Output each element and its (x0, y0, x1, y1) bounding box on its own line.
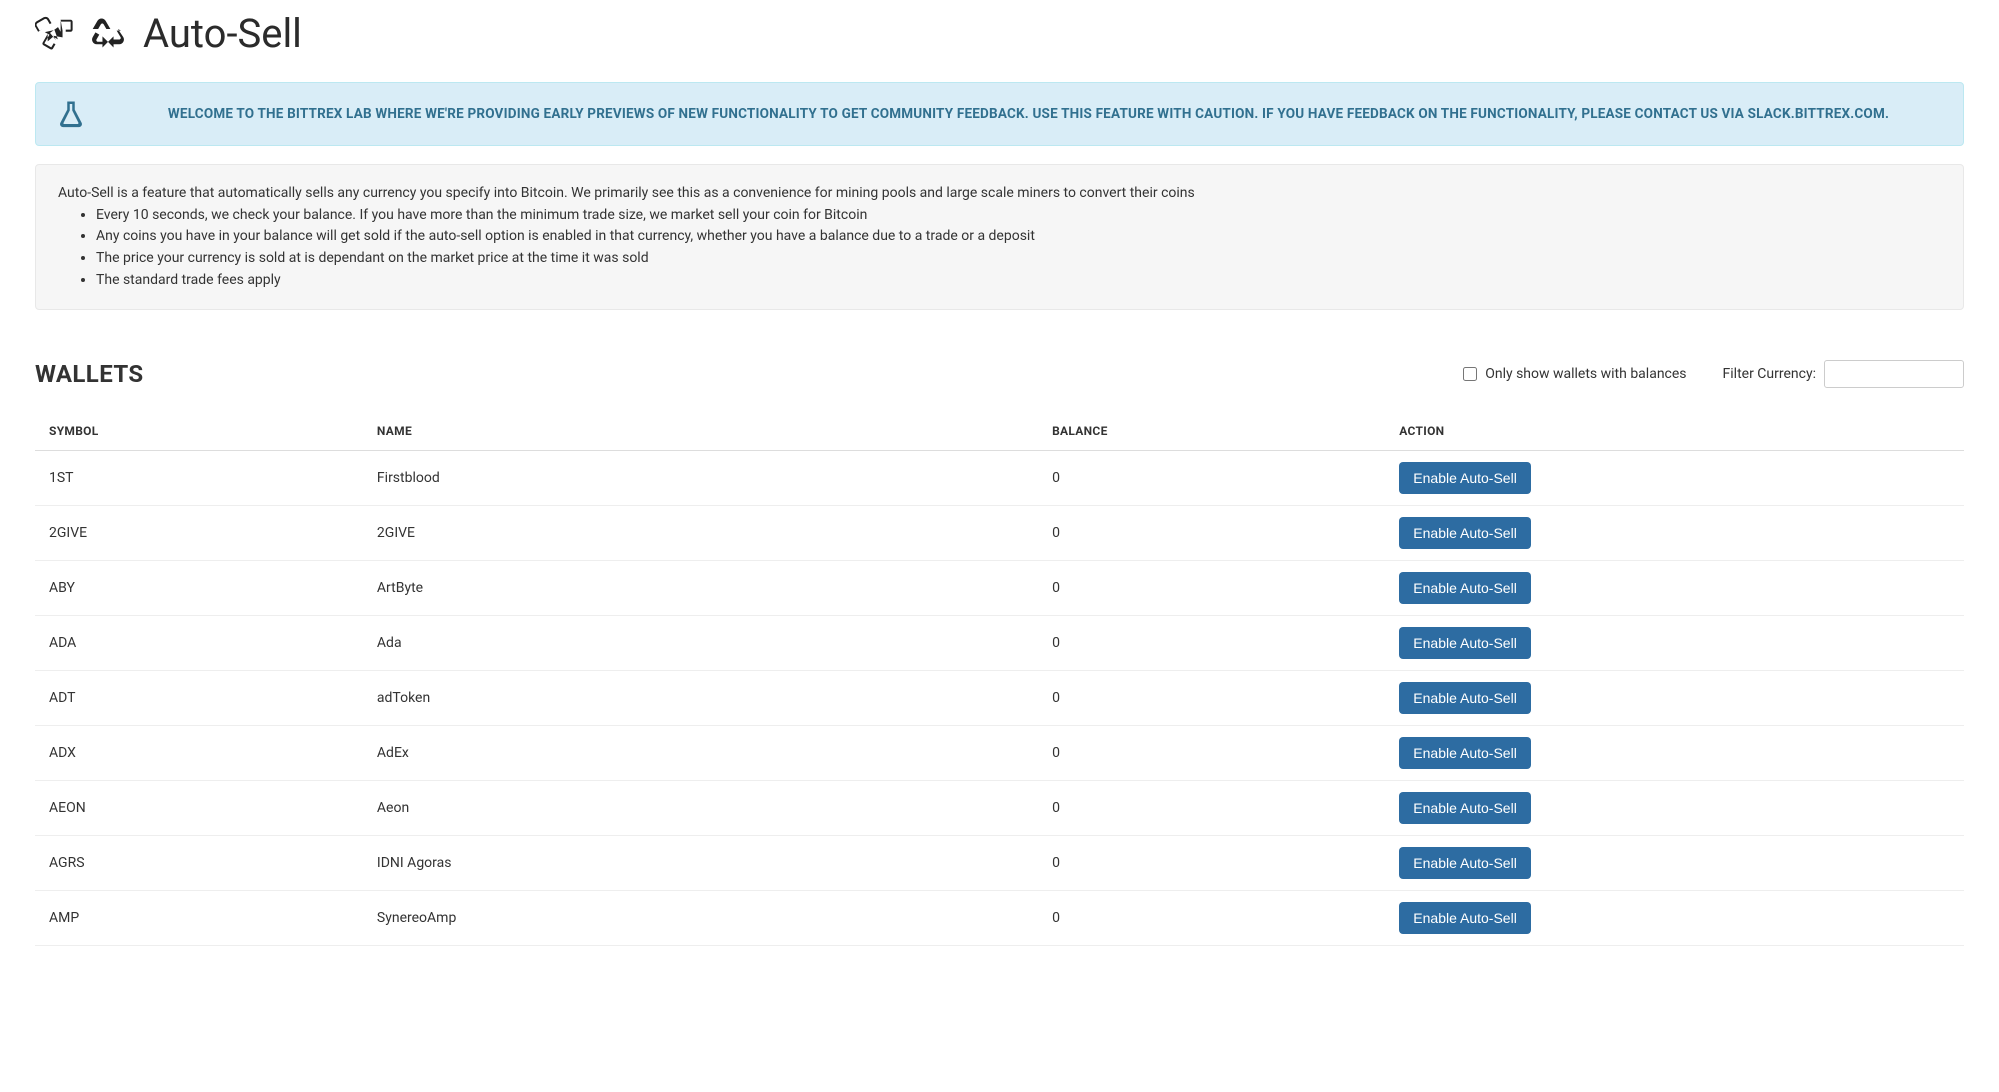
cell-symbol: AEON (35, 781, 363, 836)
cell-action: Enable Auto-Sell (1385, 451, 1964, 506)
table-header-row: SYMBOL NAME BALANCE ACTION (35, 412, 1964, 451)
info-panel: Auto-Sell is a feature that automaticall… (35, 164, 1964, 310)
only-balances-checkbox-group[interactable]: Only show wallets with balances (1463, 366, 1686, 382)
table-row: AMPSynereoAmp0 Enable Auto-Sell (35, 891, 1964, 946)
enable-auto-sell-button[interactable]: Enable Auto-Sell (1399, 902, 1531, 934)
cell-action: Enable Auto-Sell (1385, 891, 1964, 946)
cell-name: SynereoAmp (363, 891, 1038, 946)
col-header-symbol[interactable]: SYMBOL (35, 412, 363, 451)
cell-name: Aeon (363, 781, 1038, 836)
wallets-controls: Only show wallets with balances Filter C… (1463, 360, 1964, 388)
cell-symbol: AGRS (35, 836, 363, 891)
enable-auto-sell-button[interactable]: Enable Auto-Sell (1399, 572, 1531, 604)
banner-text-part2: . (1885, 106, 1889, 122)
wallets-title: WALLETS (35, 360, 144, 388)
enable-auto-sell-button[interactable]: Enable Auto-Sell (1399, 517, 1531, 549)
col-header-name[interactable]: NAME (363, 412, 1038, 451)
cell-symbol: 2GIVE (35, 506, 363, 561)
filter-currency-input[interactable] (1824, 360, 1964, 388)
wallets-header-row: WALLETS Only show wallets with balances … (35, 360, 1964, 388)
table-row: ADTadToken0 Enable Auto-Sell (35, 671, 1964, 726)
page-title: Auto-Sell (143, 10, 302, 57)
only-balances-label: Only show wallets with balances (1485, 366, 1686, 382)
cell-action: Enable Auto-Sell (1385, 671, 1964, 726)
cell-balance: 0 (1038, 726, 1385, 781)
banner-link[interactable]: SLACK.BITTREX.COM (1748, 106, 1885, 122)
cell-balance: 0 (1038, 451, 1385, 506)
banner-text-part1: WELCOME TO THE BITTREX LAB WHERE WE'RE P… (168, 106, 1748, 122)
cell-name: Ada (363, 616, 1038, 671)
cell-name: Firstblood (363, 451, 1038, 506)
cell-balance: 0 (1038, 671, 1385, 726)
table-row: ADAAda0 Enable Auto-Sell (35, 616, 1964, 671)
table-row: ABYArtByte0 Enable Auto-Sell (35, 561, 1964, 616)
table-row: AEONAeon0 Enable Auto-Sell (35, 781, 1964, 836)
flask-icon (56, 99, 86, 129)
cell-symbol: ABY (35, 561, 363, 616)
cell-action: Enable Auto-Sell (1385, 616, 1964, 671)
cell-action: Enable Auto-Sell (1385, 506, 1964, 561)
info-bullet: Any coins you have in your balance will … (96, 226, 1941, 248)
recycle-icon (35, 15, 73, 53)
info-bullet-list: Every 10 seconds, we check your balance.… (58, 205, 1941, 292)
enable-auto-sell-button[interactable]: Enable Auto-Sell (1399, 737, 1531, 769)
table-row: AGRSIDNI Agoras0 Enable Auto-Sell (35, 836, 1964, 891)
cell-balance: 0 (1038, 891, 1385, 946)
info-bullet: Every 10 seconds, we check your balance.… (96, 205, 1941, 227)
table-row: 1STFirstblood0 Enable Auto-Sell (35, 451, 1964, 506)
cell-action: Enable Auto-Sell (1385, 781, 1964, 836)
cell-balance: 0 (1038, 836, 1385, 891)
cell-balance: 0 (1038, 781, 1385, 836)
cell-name: adToken (363, 671, 1038, 726)
cell-symbol: ADA (35, 616, 363, 671)
cell-action: Enable Auto-Sell (1385, 836, 1964, 891)
enable-auto-sell-button[interactable]: Enable Auto-Sell (1399, 462, 1531, 494)
enable-auto-sell-button[interactable]: Enable Auto-Sell (1399, 627, 1531, 659)
cell-symbol: ADT (35, 671, 363, 726)
lab-banner: WELCOME TO THE BITTREX LAB WHERE WE'RE P… (35, 82, 1964, 146)
cell-symbol: AMP (35, 891, 363, 946)
info-intro: Auto-Sell is a feature that automaticall… (58, 183, 1941, 205)
enable-auto-sell-button[interactable]: Enable Auto-Sell (1399, 792, 1531, 824)
cell-name: 2GIVE (363, 506, 1038, 561)
info-bullet: The price your currency is sold at is de… (96, 248, 1941, 270)
table-row: ADXAdEx0 Enable Auto-Sell (35, 726, 1964, 781)
cell-name: IDNI Agoras (363, 836, 1038, 891)
col-header-balance[interactable]: BALANCE (1038, 412, 1385, 451)
filter-currency-group: Filter Currency: (1723, 360, 1964, 388)
cell-action: Enable Auto-Sell (1385, 726, 1964, 781)
cell-name: AdEx (363, 726, 1038, 781)
cell-balance: 0 (1038, 561, 1385, 616)
filter-currency-label: Filter Currency: (1723, 366, 1816, 382)
cell-action: Enable Auto-Sell (1385, 561, 1964, 616)
cell-name: ArtByte (363, 561, 1038, 616)
enable-auto-sell-button[interactable]: Enable Auto-Sell (1399, 847, 1531, 879)
banner-text: WELCOME TO THE BITTREX LAB WHERE WE'RE P… (114, 104, 1943, 124)
cell-symbol: 1ST (35, 451, 363, 506)
cell-balance: 0 (1038, 506, 1385, 561)
cell-balance: 0 (1038, 616, 1385, 671)
page-header: Auto-Sell (35, 10, 1964, 57)
enable-auto-sell-button[interactable]: Enable Auto-Sell (1399, 682, 1531, 714)
wallet-table: SYMBOL NAME BALANCE ACTION 1STFirstblood… (35, 412, 1964, 946)
only-balances-checkbox[interactable] (1463, 367, 1477, 381)
info-bullet: The standard trade fees apply (96, 270, 1941, 292)
recycle-icon (89, 15, 127, 53)
cell-symbol: ADX (35, 726, 363, 781)
col-header-action: ACTION (1385, 412, 1964, 451)
table-row: 2GIVE2GIVE0Enable Auto-Sell (35, 506, 1964, 561)
